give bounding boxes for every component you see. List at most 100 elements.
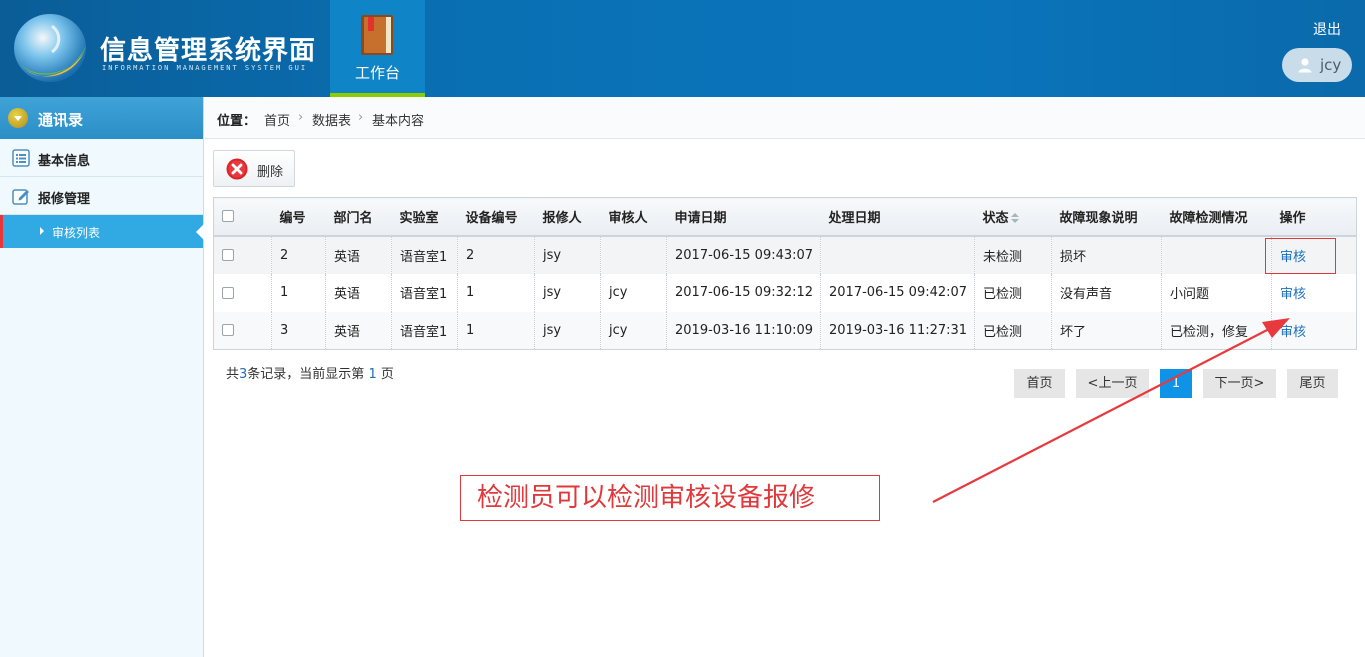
cell-action: 审核: [1271, 273, 1357, 312]
cell-apply-date: 2017-06-15 09:43:07: [666, 235, 821, 274]
last-page-button[interactable]: 尾页: [1287, 369, 1338, 398]
column-header: 编号: [271, 197, 326, 237]
sidebar-subitem-label: 审核列表: [52, 226, 101, 240]
cell-device: 1: [457, 273, 535, 312]
cell-dept: 英语: [325, 311, 392, 350]
column-header: 实验室: [391, 197, 458, 237]
cell-device: 2: [457, 235, 535, 274]
app-subtitle: INFORMATION MANAGEMENT SYSTEM GUI: [102, 64, 308, 72]
row-checkbox-cell[interactable]: [213, 273, 272, 312]
sort-icon: [1010, 213, 1019, 224]
cell-lab: 语音室1: [391, 311, 458, 350]
sidebar: 通讯录 基本信息 报修管理 审核列表: [0, 97, 204, 657]
row-checkbox-cell[interactable]: [213, 311, 272, 350]
cell-action: 审核: [1271, 311, 1357, 350]
tab-workbench-label: 工作台: [354, 64, 400, 82]
globe-logo-icon: [14, 14, 86, 82]
column-header: 故障检测情况: [1161, 197, 1272, 237]
app-logo: 信息管理系统界面 INFORMATION MANAGEMENT SYSTEM G…: [0, 0, 330, 97]
cell-symptom: 没有声音: [1051, 273, 1162, 312]
sidebar-item-repair-management[interactable]: 报修管理: [0, 177, 203, 215]
cell-dept: 英语: [325, 235, 392, 274]
cell-id: 1: [271, 273, 326, 312]
breadcrumb-separator-icon: ›: [358, 110, 364, 125]
highlight-box: [1265, 238, 1336, 274]
sidebar-item-basic-info[interactable]: 基本信息: [0, 139, 203, 177]
column-header-status[interactable]: 状态: [974, 197, 1052, 237]
cell-dept: 英语: [325, 273, 392, 312]
cell-auditor: [600, 235, 667, 274]
cell-symptom: 坏了: [1051, 311, 1162, 350]
sidebar-section-contacts[interactable]: 通讯录: [0, 97, 203, 139]
cell-handle-date: [820, 235, 975, 274]
cell-auditor: jcy: [600, 273, 667, 312]
cell-device: 1: [457, 311, 535, 350]
active-indicator: [196, 224, 204, 240]
tab-workbench[interactable]: 工作台: [330, 0, 425, 97]
select-all-checkbox[interactable]: [222, 210, 234, 223]
column-header: 申请日期: [666, 197, 821, 237]
column-header-label: 状态: [982, 210, 1009, 226]
column-header: 处理日期: [820, 197, 975, 237]
annotation-note: 检测员可以检测审核设备报修: [460, 475, 880, 521]
breadcrumb-current: 基本内容: [372, 114, 425, 129]
chevron-down-icon: [8, 108, 28, 128]
cell-apply-date: 2017-06-15 09:32:12: [666, 273, 821, 312]
repair-table: 编号 部门名 实验室 设备编号 报修人 审核人 申请日期 处理日期 状态 故障现…: [213, 197, 1357, 350]
user-icon: [1298, 58, 1312, 73]
cell-id: 2: [271, 235, 326, 274]
column-header: 部门名: [325, 197, 392, 237]
row-checkbox-cell[interactable]: [213, 235, 272, 274]
page-1-button[interactable]: 1: [1160, 369, 1192, 398]
cell-status: 未检测: [974, 235, 1052, 274]
user-badge[interactable]: jcy: [1282, 48, 1352, 82]
cell-lab: 语音室1: [391, 235, 458, 274]
edit-icon: [12, 189, 29, 205]
cell-symptom: 损坏: [1051, 235, 1162, 274]
app-header: 信息管理系统界面 INFORMATION MANAGEMENT SYSTEM G…: [0, 0, 1365, 97]
sidebar-section-label: 通讯录: [38, 111, 84, 129]
cell-status: 已检测: [974, 273, 1052, 312]
breadcrumb: 位置： 首页 › 数据表 › 基本内容: [205, 97, 1365, 139]
table-row[interactable]: 2 英语 语音室1 2 jsy 2017-06-15 09:43:07 未检测 …: [213, 235, 1357, 274]
delete-button[interactable]: 删除: [213, 150, 295, 187]
cell-reporter: jsy: [534, 273, 601, 312]
cell-apply-date: 2019-03-16 11:10:09: [666, 311, 821, 350]
cell-id: 3: [271, 311, 326, 350]
delete-icon: [226, 158, 248, 180]
caret-right-icon: [40, 227, 44, 235]
summary-prefix: 共: [226, 367, 240, 382]
book-icon: [361, 15, 393, 55]
table-row[interactable]: 1 英语 语音室1 1 jsy jcy 2017-06-15 09:32:12 …: [213, 273, 1357, 312]
cell-reporter: jsy: [534, 235, 601, 274]
next-page-button[interactable]: 下一页>: [1203, 369, 1276, 398]
row-checkbox[interactable]: [222, 324, 234, 337]
app-title: 信息管理系统界面: [100, 36, 317, 66]
summary-middle: 条记录，当前显示第: [247, 367, 365, 382]
column-header: 操作: [1271, 197, 1357, 237]
table-header-row: 编号 部门名 实验室 设备编号 报修人 审核人 申请日期 处理日期 状态 故障现…: [213, 197, 1357, 237]
audit-link[interactable]: 审核: [1280, 325, 1306, 340]
breadcrumb-separator-icon: ›: [298, 110, 304, 125]
select-all-checkbox-cell[interactable]: [213, 197, 272, 237]
sidebar-item-label: 报修管理: [38, 192, 91, 207]
breadcrumb-label: 位置：: [217, 114, 257, 129]
cell-reporter: jsy: [534, 311, 601, 350]
first-page-button[interactable]: 首页: [1014, 369, 1065, 398]
row-checkbox[interactable]: [222, 249, 234, 261]
summary-suffix: 页: [380, 367, 394, 382]
summary-page: 1: [368, 367, 377, 382]
sidebar-item-label: 基本信息: [38, 154, 91, 169]
cell-check: [1161, 235, 1272, 274]
row-checkbox[interactable]: [222, 286, 234, 299]
table-row[interactable]: 3 英语 语音室1 1 jsy jcy 2019-03-16 11:10:09 …: [213, 311, 1357, 350]
column-header: 审核人: [600, 197, 667, 237]
user-name: jcy: [1320, 56, 1342, 74]
logout-link[interactable]: 退出: [1313, 19, 1341, 39]
prev-page-button[interactable]: <上一页: [1076, 369, 1149, 398]
sidebar-item-audit-list[interactable]: 审核列表: [0, 215, 204, 248]
audit-link[interactable]: 审核: [1280, 287, 1306, 302]
breadcrumb-home[interactable]: 首页: [264, 110, 290, 129]
cell-handle-date: 2017-06-15 09:42:07: [820, 273, 975, 312]
breadcrumb-datatable[interactable]: 数据表: [312, 110, 351, 129]
